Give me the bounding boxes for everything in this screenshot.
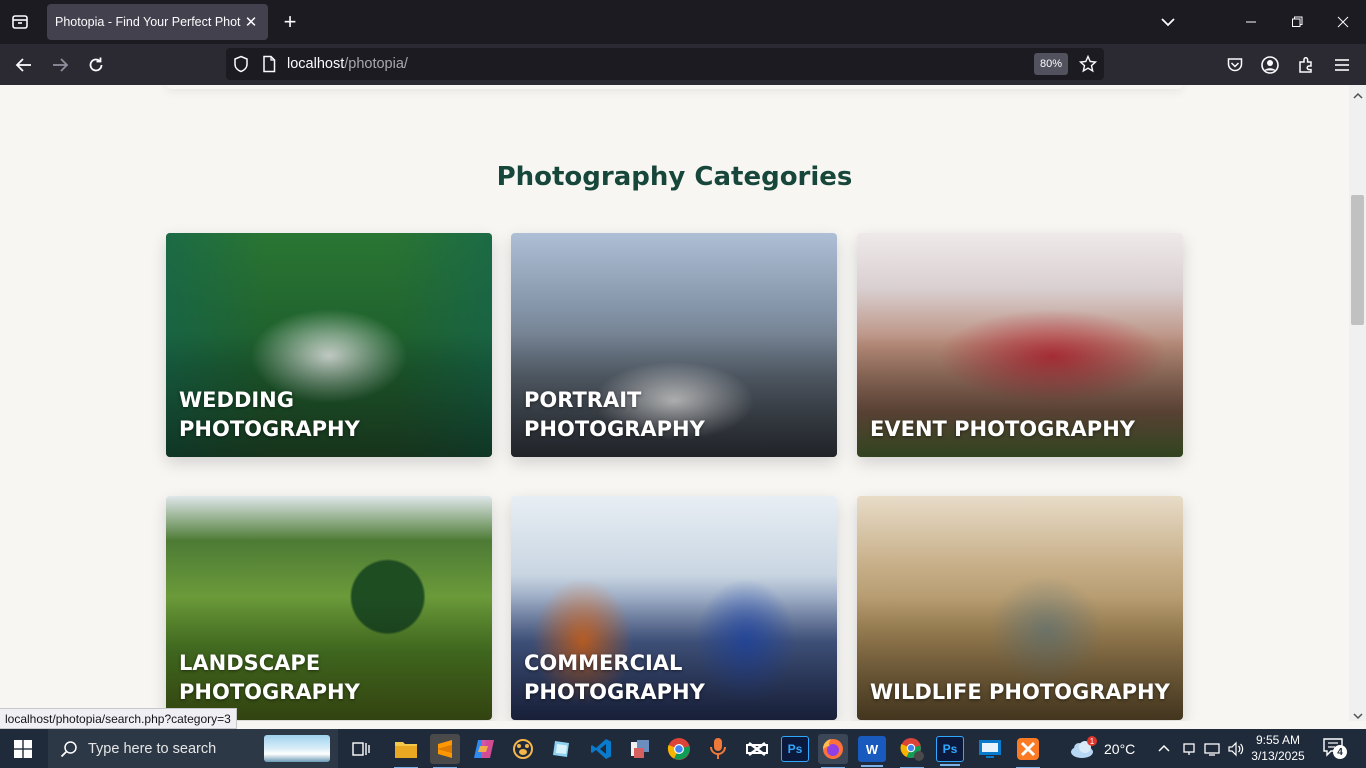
- network-adapter-icon[interactable]: [1181, 729, 1197, 768]
- database-tool-icon[interactable]: [625, 734, 655, 764]
- shield-icon[interactable]: [232, 55, 250, 78]
- category-label: EVENT PHOTOGRAPHY: [870, 417, 1135, 441]
- capcut-icon[interactable]: [742, 734, 772, 764]
- category-label: LANDSCAPE PHOTOGRAPHY: [179, 651, 360, 704]
- bookmark-star-icon[interactable]: [1078, 54, 1098, 78]
- chevron-up-icon[interactable]: [1157, 742, 1171, 756]
- task-view-icon[interactable]: [346, 734, 376, 764]
- browser-nav-bar: localhost/photopia/ 80%: [0, 44, 1366, 85]
- weather-widget[interactable]: 1 20°C: [1068, 729, 1135, 768]
- tab-title: Photopia - Find Your Perfect Photog: [55, 15, 241, 29]
- remote-desktop-icon[interactable]: [975, 734, 1005, 764]
- page-viewport: Photography Categories WEDDING PHOTOGRAP…: [0, 85, 1349, 721]
- windows-start-icon[interactable]: [0, 729, 46, 768]
- page-icon: [261, 55, 277, 78]
- address-bar[interactable]: localhost/photopia/ 80%: [226, 48, 1104, 80]
- category-card-wedding[interactable]: WEDDING PHOTOGRAPHY: [166, 233, 492, 457]
- search-highlight-image: [264, 735, 330, 762]
- taskbar-search-box[interactable]: Type here to search: [48, 729, 338, 768]
- back-icon[interactable]: [11, 52, 37, 78]
- url-text[interactable]: localhost/photopia/: [287, 56, 408, 72]
- paw-app-icon[interactable]: [508, 734, 538, 764]
- extensions-icon[interactable]: [1293, 52, 1319, 78]
- search-icon: [60, 740, 77, 757]
- category-label: PORTRAIT PHOTOGRAPHY: [524, 388, 705, 441]
- scroll-up-icon[interactable]: [1353, 88, 1363, 99]
- status-link-preview: localhost/photopia/search.php?category=3: [0, 708, 237, 729]
- chrome-icon[interactable]: [664, 734, 694, 764]
- clock-time: 9:55 AM: [1255, 733, 1301, 747]
- clock-date: 3/13/2025: [1251, 749, 1305, 763]
- category-card-landscape[interactable]: LANDSCAPE PHOTOGRAPHY: [166, 496, 492, 720]
- category-label: WILDLIFE PHOTOGRAPHY: [870, 680, 1170, 704]
- weather-alert-badge: 1: [1087, 736, 1097, 746]
- vscode-icon[interactable]: [586, 734, 616, 764]
- sublime-text-icon[interactable]: [430, 734, 460, 768]
- zoom-level-badge[interactable]: 80%: [1034, 53, 1069, 75]
- category-label: WEDDING PHOTOGRAPHY: [179, 388, 360, 441]
- notification-count-badge: 4: [1333, 745, 1347, 759]
- scrollbar-thumb[interactable]: [1351, 195, 1364, 325]
- browser-tab-bar: Photopia - Find Your Perfect Photog ✕ +: [0, 0, 1366, 44]
- menu-icon[interactable]: [1329, 52, 1355, 78]
- chrome-profile-icon[interactable]: [897, 734, 927, 768]
- category-label: COMMERCIAL PHOTOGRAPHY: [524, 651, 705, 704]
- file-explorer-icon[interactable]: [391, 734, 421, 768]
- volume-icon[interactable]: [1227, 729, 1245, 768]
- new-tab-icon[interactable]: +: [278, 10, 302, 34]
- copilot-icon[interactable]: [469, 734, 499, 764]
- page-scrollbar[interactable]: [1349, 85, 1366, 721]
- restore-button[interactable]: [1274, 0, 1320, 44]
- weather-temp: 20°C: [1104, 740, 1136, 757]
- windows-taskbar: Type here to search Ps W Ps 1 20°C 9:55 …: [0, 729, 1366, 768]
- firefox-icon[interactable]: [818, 734, 848, 768]
- photoshop-icon[interactable]: Ps: [781, 736, 809, 762]
- url-host: localhost: [287, 56, 345, 72]
- system-clock[interactable]: 9:55 AM 3/13/2025: [1250, 732, 1306, 764]
- url-path: /photopia/: [344, 56, 408, 72]
- list-all-tabs-icon[interactable]: [8, 10, 32, 34]
- forward-icon[interactable]: [47, 52, 73, 78]
- xampp-icon[interactable]: [1013, 734, 1043, 768]
- category-card-wildlife[interactable]: WILDLIFE PHOTOGRAPHY: [857, 496, 1183, 720]
- section-title: Photography Categories: [496, 162, 853, 192]
- search-placeholder: Type here to search: [88, 740, 217, 757]
- pocket-icon[interactable]: [1222, 52, 1248, 78]
- scroll-down-icon[interactable]: [1353, 708, 1363, 720]
- photoshop-2-icon[interactable]: Ps: [936, 736, 964, 766]
- category-card-commercial[interactable]: COMMERCIAL PHOTOGRAPHY: [511, 496, 837, 720]
- show-hidden-icons[interactable]: [1157, 729, 1171, 768]
- minimize-button[interactable]: [1228, 0, 1274, 44]
- network-icon[interactable]: [1203, 729, 1221, 768]
- browser-tab-active[interactable]: Photopia - Find Your Perfect Photog ✕: [47, 4, 268, 40]
- reload-icon[interactable]: [83, 52, 109, 78]
- category-card-event[interactable]: EVENT PHOTOGRAPHY: [857, 233, 1183, 457]
- tab-close-icon[interactable]: ✕: [242, 13, 260, 31]
- notes-app-icon[interactable]: [547, 734, 577, 764]
- category-card-portrait[interactable]: PORTRAIT PHOTOGRAPHY: [511, 233, 837, 457]
- account-icon[interactable]: [1257, 52, 1283, 78]
- microphone-app-icon[interactable]: [703, 734, 733, 764]
- close-window-button[interactable]: [1320, 0, 1366, 44]
- chevron-down-icon[interactable]: [1156, 10, 1180, 34]
- word-icon[interactable]: W: [858, 736, 886, 767]
- previous-section-edge: [166, 85, 1183, 89]
